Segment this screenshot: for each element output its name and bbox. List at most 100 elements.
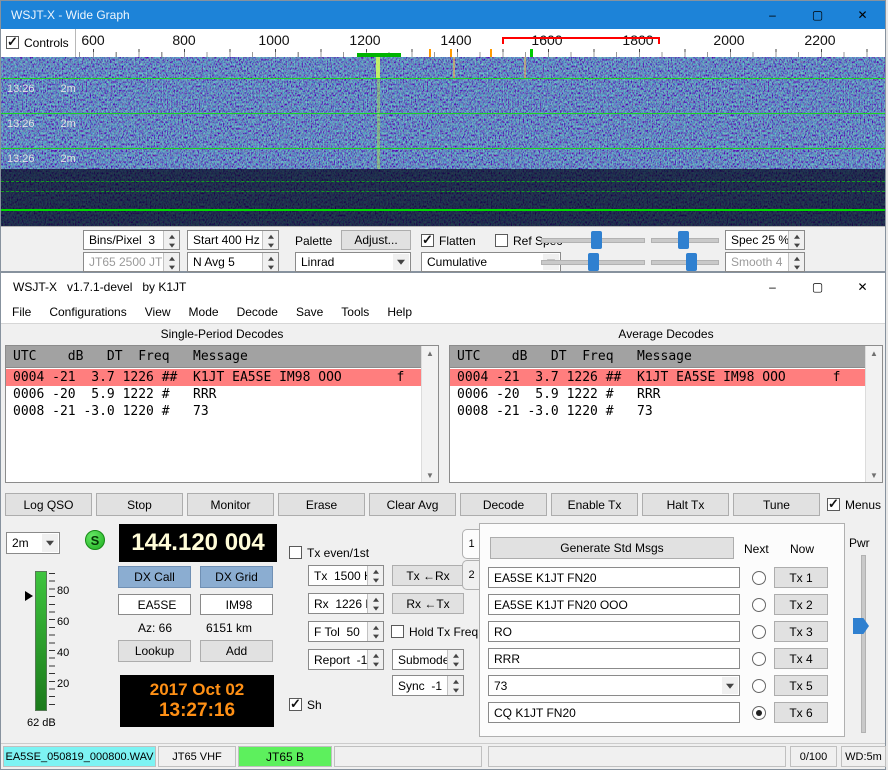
band-combobox[interactable]: 2m: [6, 532, 60, 554]
tx3-now-button[interactable]: Tx 3: [774, 621, 828, 642]
decode-row[interactable]: 0004 -21 3.7 1226 ## K1JT EA5SE IM98 OOO…: [450, 369, 866, 386]
enable-tx-button[interactable]: Enable Tx: [551, 493, 638, 516]
minimize-icon[interactable]: –: [750, 273, 795, 301]
decode-row[interactable]: 0008 -21 -3.0 1220 # 73: [450, 403, 866, 420]
menu-view[interactable]: View: [136, 302, 180, 322]
dx-call-field[interactable]: EA5SE: [118, 594, 191, 615]
stop-button[interactable]: Stop: [96, 493, 183, 516]
rx-freq-spinner[interactable]: Rx 1226 Hz: [308, 593, 384, 614]
spec-percent-spinner[interactable]: Spec 25 %: [725, 230, 805, 250]
tx3-message-field[interactable]: RO: [488, 621, 740, 642]
tx-from-rx-button[interactable]: Tx ←Rx: [392, 565, 464, 586]
tx2-now-button[interactable]: Tx 2: [774, 594, 828, 615]
slider-handle[interactable]: [686, 253, 697, 271]
decode-row[interactable]: 0006 -20 5.9 1222 # RRR: [450, 386, 866, 403]
average-decodes-table[interactable]: UTC dB DT Freq Message 0004 -21 3.7 1226…: [449, 345, 883, 483]
jt65-jt9-split-spinner[interactable]: JT65 2500 JT9: [83, 252, 180, 272]
f-tol-spinner[interactable]: F Tol 50: [308, 621, 384, 642]
rx-from-tx-button[interactable]: Rx ←Tx: [392, 593, 464, 614]
menu-tools[interactable]: Tools: [332, 302, 378, 322]
close-icon[interactable]: ✕: [840, 1, 885, 29]
tx-even-checkbox[interactable]: Tx even/1st: [289, 545, 369, 560]
n-avg-spinner[interactable]: N Avg 5: [187, 252, 279, 272]
lookup-button[interactable]: Lookup: [118, 640, 191, 662]
menu-file[interactable]: File: [3, 302, 40, 322]
pwr-slider[interactable]: [853, 555, 871, 733]
spinner-arrows-icon[interactable]: [163, 253, 179, 271]
sh-checkbox[interactable]: Sh: [289, 697, 322, 712]
report-spinner[interactable]: Report -15: [308, 649, 384, 670]
close-icon[interactable]: ✕: [840, 273, 885, 301]
flatten-checkbox[interactable]: Flatten: [421, 233, 476, 248]
slider-handle[interactable]: [588, 253, 599, 271]
scrollbar[interactable]: ▲ ▼: [865, 346, 882, 482]
decode-row[interactable]: 0008 -21 -3.0 1220 # 73: [6, 403, 422, 420]
hold-tx-freq-checkbox[interactable]: Hold Tx Freq: [391, 624, 478, 639]
adjust-button[interactable]: Adjust...: [341, 230, 411, 250]
scroll-down-icon[interactable]: ▼: [422, 468, 438, 482]
spinner-arrows-icon[interactable]: [163, 231, 179, 249]
tab-1[interactable]: 1: [462, 529, 480, 559]
smooth-spinner[interactable]: Smooth 4: [725, 252, 805, 272]
submode-spinner[interactable]: Submode B: [392, 649, 464, 670]
display-mode-combobox[interactable]: Cumulative: [421, 252, 561, 272]
slider-handle[interactable]: [853, 618, 869, 634]
monitor-button[interactable]: Monitor: [187, 493, 274, 516]
decode-button[interactable]: Decode: [460, 493, 547, 516]
spectrum-zero-slider[interactable]: [651, 252, 719, 272]
spinner-arrows-icon[interactable]: [367, 594, 383, 613]
spinner-arrows-icon[interactable]: [788, 231, 804, 249]
scroll-up-icon[interactable]: ▲: [422, 346, 438, 360]
slider-handle[interactable]: [591, 231, 602, 249]
waterfall-zero-slider[interactable]: [651, 230, 719, 250]
spinner-arrows-icon[interactable]: [262, 253, 278, 271]
controls-checkbox[interactable]: Controls: [6, 35, 69, 50]
menu-help[interactable]: Help: [378, 302, 421, 322]
dx-grid-button[interactable]: DX Grid: [200, 566, 273, 588]
waterfall-display[interactable]: 13:26 2m 13:26 2m 13:26 2m: [1, 57, 885, 226]
tx5-next-radio[interactable]: [752, 679, 766, 693]
bins-pixel-spinner[interactable]: Bins/Pixel 3: [83, 230, 180, 250]
menu-decode[interactable]: Decode: [228, 302, 287, 322]
tx1-message-field[interactable]: EA5SE K1JT FN20: [488, 567, 740, 588]
tx5-now-button[interactable]: Tx 5: [774, 675, 828, 696]
minimize-icon[interactable]: –: [750, 1, 795, 29]
tx6-message-field[interactable]: CQ K1JT FN20: [488, 702, 740, 723]
maximize-icon[interactable]: ▢: [795, 1, 840, 29]
tab-2[interactable]: 2: [462, 560, 480, 590]
menu-mode[interactable]: Mode: [180, 302, 228, 322]
menu-save[interactable]: Save: [287, 302, 332, 322]
spinner-arrows-icon[interactable]: [367, 650, 383, 669]
spinner-arrows-icon[interactable]: [788, 253, 804, 271]
generate-std-msgs-button[interactable]: Generate Std Msgs: [490, 537, 734, 559]
spinner-arrows-icon[interactable]: [262, 231, 278, 249]
halt-tx-button[interactable]: Halt Tx: [642, 493, 729, 516]
decode-row[interactable]: 0006 -20 5.9 1222 # RRR: [6, 386, 422, 403]
log-qso-button[interactable]: Log QSO: [5, 493, 92, 516]
tx6-now-button[interactable]: Tx 6: [774, 702, 828, 723]
scroll-up-icon[interactable]: ▲: [866, 346, 882, 360]
tx2-message-field[interactable]: EA5SE K1JT FN20 OOO: [488, 594, 740, 615]
add-button[interactable]: Add: [200, 640, 273, 662]
slider-handle[interactable]: [678, 231, 689, 249]
tx1-now-button[interactable]: Tx 1: [774, 567, 828, 588]
tx6-next-radio[interactable]: [752, 706, 766, 720]
menus-checkbox[interactable]: Menus: [827, 497, 881, 512]
tx2-next-radio[interactable]: [752, 598, 766, 612]
spectrum-gain-slider[interactable]: [541, 252, 645, 272]
sync-spinner[interactable]: Sync -1: [392, 675, 464, 696]
spinner-arrows-icon[interactable]: [447, 650, 463, 669]
decode-row[interactable]: 0004 -21 3.7 1226 ## K1JT EA5SE IM98 OOO…: [6, 369, 422, 386]
palette-combobox[interactable]: Linrad: [295, 252, 411, 272]
tx4-now-button[interactable]: Tx 4: [774, 648, 828, 669]
tune-button[interactable]: Tune: [733, 493, 820, 516]
spinner-arrows-icon[interactable]: [447, 676, 463, 695]
scrollbar[interactable]: ▲ ▼: [421, 346, 438, 482]
erase-button[interactable]: Erase: [278, 493, 365, 516]
tx4-next-radio[interactable]: [752, 652, 766, 666]
menu-configurations[interactable]: Configurations: [40, 302, 135, 322]
status-indicator[interactable]: S: [85, 530, 105, 550]
tx1-next-radio[interactable]: [752, 571, 766, 585]
spinner-arrows-icon[interactable]: [367, 566, 383, 585]
dx-grid-field[interactable]: IM98: [200, 594, 273, 615]
